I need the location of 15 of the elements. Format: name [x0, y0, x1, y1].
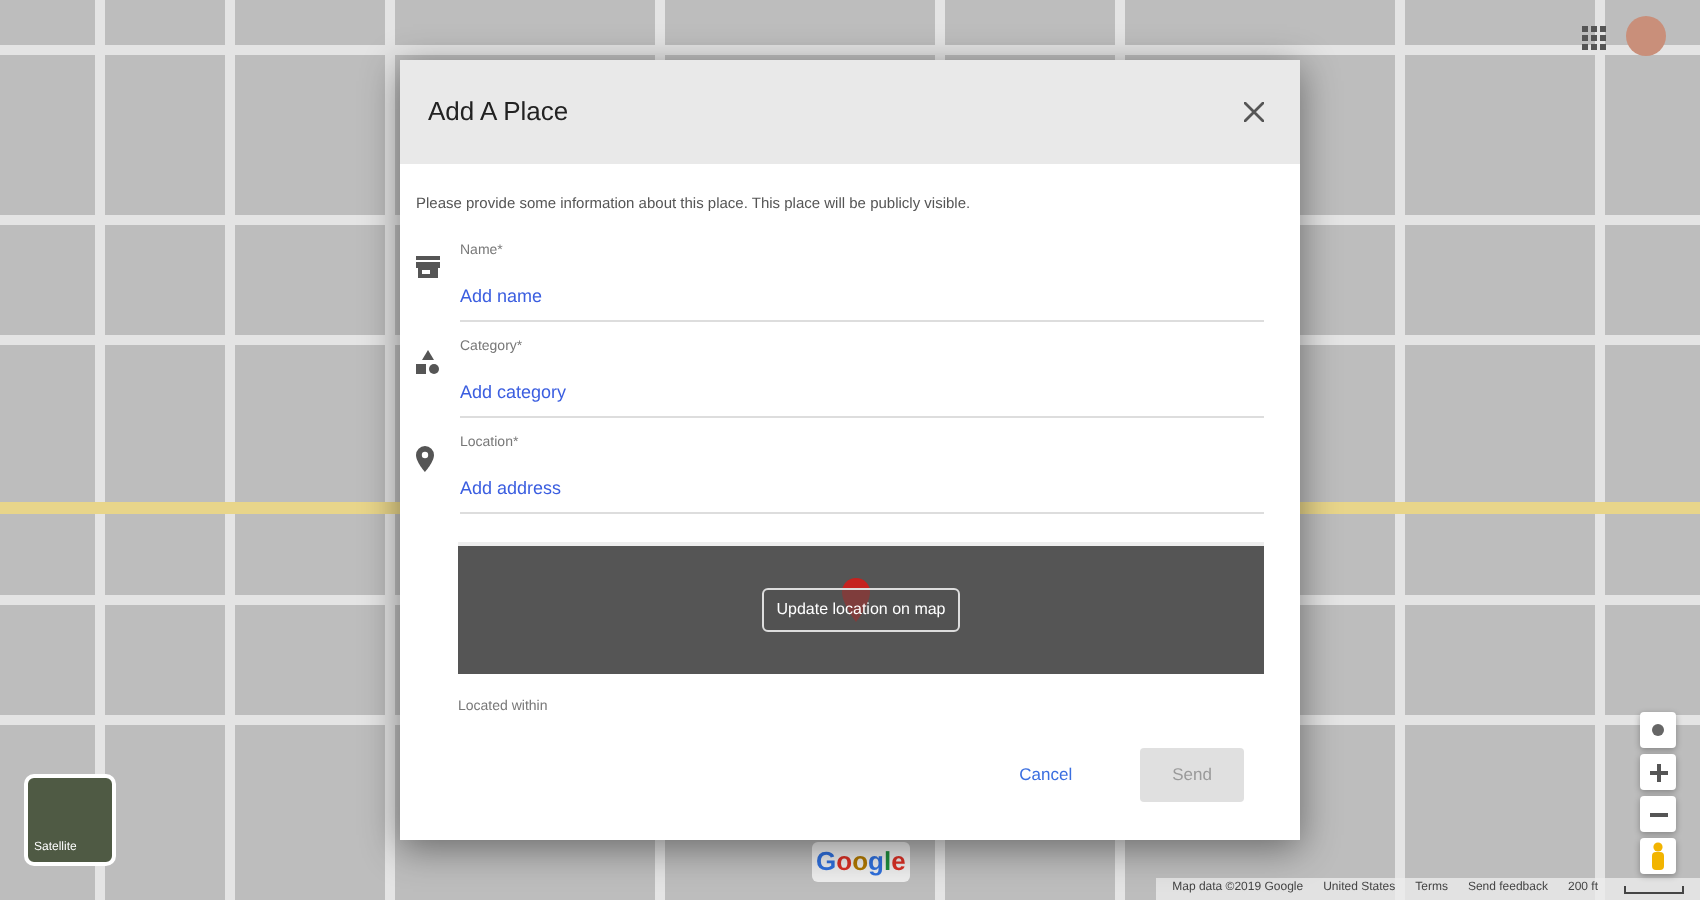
close-icon[interactable] [1240, 98, 1268, 126]
person-icon [1650, 842, 1666, 870]
location-pin-icon [416, 445, 434, 472]
apps-grid-icon[interactable] [1582, 26, 1606, 50]
shapes-icon [416, 350, 440, 375]
cancel-button[interactable]: Cancel [987, 747, 1105, 801]
zoom-in-button[interactable] [1640, 754, 1676, 790]
zoom-out-button[interactable] [1640, 796, 1676, 832]
dialog-title: Add A Place [428, 94, 569, 131]
store-icon [416, 255, 440, 278]
update-location-button[interactable]: Update location on map [762, 588, 960, 633]
map-logo: Google [812, 842, 910, 881]
my-location-button[interactable] [1640, 712, 1676, 748]
plus-icon [1649, 763, 1667, 781]
scale-bar [1624, 885, 1684, 893]
